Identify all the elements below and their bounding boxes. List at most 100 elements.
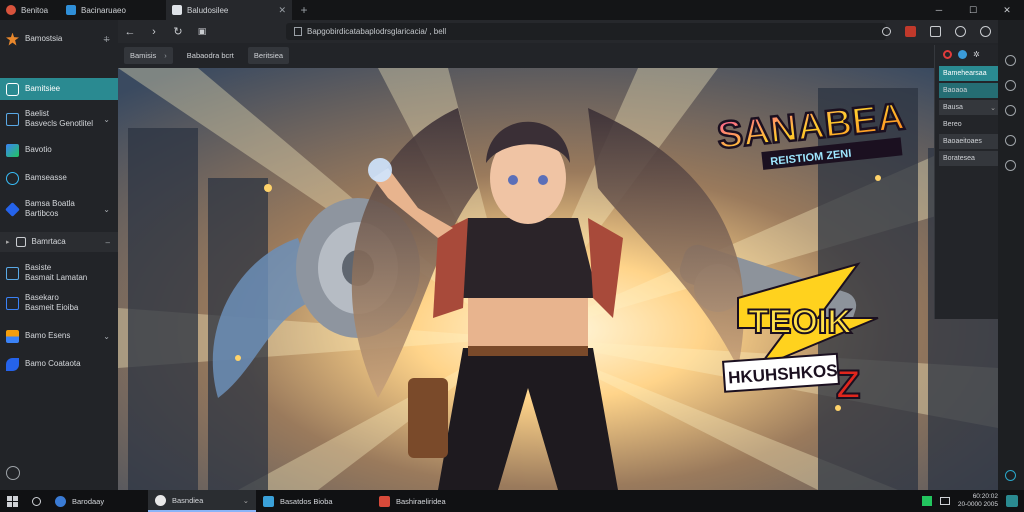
record-icon[interactable] [943,50,952,59]
close-window-button[interactable]: ✕ [990,0,1024,20]
minimize-button[interactable]: ─ [922,0,956,20]
bell-icon[interactable] [1005,55,1016,66]
sidebar-item-1[interactable]: Bamitsiee [0,78,118,100]
star-icon [6,32,19,46]
game-logo-2-title: TEOIK [748,303,852,341]
chevron-down-icon: ⌄ [990,104,996,112]
start-button[interactable] [0,490,25,512]
app-icon [55,495,66,507]
sidebar-item-2[interactable]: Baelist Basvecls Genotlitel ⌄ [0,106,118,132]
sidebar-item-3[interactable]: Bavotio [0,140,118,160]
chevron-down-icon: ⌄ [103,204,110,214]
sidebar-item-9[interactable]: Bamo Esens ⌄ [0,326,118,346]
sidebar-item-10[interactable]: Bamo Coataota [0,354,118,374]
app-icon [6,5,16,15]
chevron-down-icon: ⌄ [242,495,249,505]
sidebar: Bamostsia ⁜ Bamitsiee Baelist Basvecls G… [0,20,118,490]
tab-label: Baludosilee [187,5,229,15]
address-bar[interactable]: Bapgobirdicatabaplodrsglaricacia/ , bell [286,23,886,40]
close-tab-icon[interactable]: ✕ [278,5,286,16]
plus-icon[interactable] [1005,105,1016,116]
bookmark-1[interactable]: Bamisis › [124,47,173,64]
chevron-down-icon: ⌄ [103,331,110,341]
search-icon[interactable] [882,27,891,36]
page-icon [294,27,302,36]
sidebar-item-4[interactable]: Bamseasse [0,168,118,188]
bookmark-3[interactable]: Beritsiea [247,47,290,64]
os-taskbar: Barodaay Basndiea ⌄ Basatdos Bioba Bashi… [0,490,1024,512]
back-button[interactable]: ← [118,26,142,38]
panel-item-3[interactable]: Bausa ⌄ [939,100,1000,115]
bookmark-bar: Bamisis › Babaodra bcrt Beritsiea [118,43,998,68]
taskbar-search-button[interactable] [25,490,48,512]
help-icon[interactable] [1005,470,1016,481]
share-icon [6,143,19,157]
panel-item-6[interactable]: Boratesea [939,151,1000,166]
network-icon[interactable] [939,497,950,505]
maximize-button[interactable]: ☐ [956,0,990,20]
panel-item-5[interactable]: Baoaeitoaes [939,134,1000,149]
pin-icon[interactable]: ⁜ [103,35,110,44]
refresh-icon [6,171,19,185]
panel-item-1[interactable]: Bamehearsaa [939,66,1000,81]
taskbar-app-2[interactable]: Basndiea ⌄ [148,490,256,512]
compass-icon [6,82,19,96]
app-icon [379,495,390,507]
settings-icon[interactable] [6,466,20,480]
panel-item-4[interactable]: Bereo [939,117,1000,132]
info-icon[interactable] [980,26,991,37]
reload-button[interactable]: ↻ [166,25,190,38]
game-artwork: SANABEA REISTIOM ZENI TEOIK HKUHSHKOS Z [118,68,998,490]
sidebar-item-8[interactable]: Basekaro Basmeit Eioiba [0,290,118,316]
tab-label: Bacinaruaeo [81,5,126,15]
caret-right-icon: ▸ [6,239,10,246]
new-tab-button[interactable]: + [292,3,316,17]
game-logo-2-number: Z [836,363,860,407]
tray-app-icon[interactable] [921,496,932,506]
copy-icon[interactable] [930,26,941,37]
chevron-right-icon: › [164,51,167,60]
settings-icon[interactable]: ✲ [973,50,980,59]
panel-top-icons: ✲ [935,45,1004,64]
app-icon [66,5,76,15]
notifications-icon[interactable] [1006,495,1018,507]
panel-item-2[interactable]: Baoaoa [939,83,1000,98]
taskbar-app-4[interactable]: Bashiraeliridea [372,490,492,512]
app-icon [263,495,274,507]
sidebar-item-5[interactable]: Bamsa Boatla Bartibcos ⌄ [0,196,118,222]
chevron-down-icon: ⌄ [103,114,110,124]
document-icon [6,266,19,280]
star-icon[interactable] [1005,135,1016,146]
toolbar-actions [882,20,1016,43]
search-icon [32,496,41,506]
sidebar-item-6[interactable]: ▸ Bamrtaca – [0,232,118,252]
extension-icon[interactable] [905,26,916,37]
tab-3-active[interactable]: Baludosilee ✕ [166,0,292,20]
taskbar-app-1[interactable]: Barodaay [48,490,148,512]
sync-icon[interactable] [958,50,967,59]
system-clock[interactable]: 60:20:02 20-0000 2005 [958,493,998,509]
url-text: Bapgobirdicatabaplodrsglaricacia/ , bell [307,27,447,36]
right-icon-strip [998,20,1024,490]
tab-label: Benitoa [21,5,49,15]
sidebar-item-7[interactable]: Basiste Basmait Lamatan [0,260,118,286]
side-panel: ✲ Bamehearsaa Baoaoa Bausa ⌄ Bereo Baoaei… [934,45,1004,319]
clock-icon[interactable] [1005,160,1016,171]
cube-icon [5,201,20,217]
collapse-icon[interactable]: – [106,238,110,247]
bookmark-2[interactable]: Babaodra bcrt [181,47,240,64]
monitor-icon [6,112,19,126]
tab-1[interactable]: Benitoa [0,0,60,20]
tab-strip: Benitoa Bacinaruaeo Baludosilee ✕ + ─ ☐ … [0,0,1024,20]
sidebar-header[interactable]: Bamostsia ⁜ [0,26,118,52]
app-icon [172,5,182,15]
save-icon [6,296,19,310]
taskbar-app-3[interactable]: Basatdos Bioba [256,490,372,512]
tab-2[interactable]: Bacinaruaeo [60,0,166,20]
user-icon[interactable] [1005,80,1016,91]
home-button[interactable]: ▣ [190,26,214,37]
artwork-svg: SANABEA REISTIOM ZENI TEOIK HKUHSHKOS Z [118,68,998,490]
forward-button[interactable]: › [142,26,166,38]
history-icon[interactable] [955,26,966,37]
system-tray: 60:20:02 20-0000 2005 [921,490,1024,512]
